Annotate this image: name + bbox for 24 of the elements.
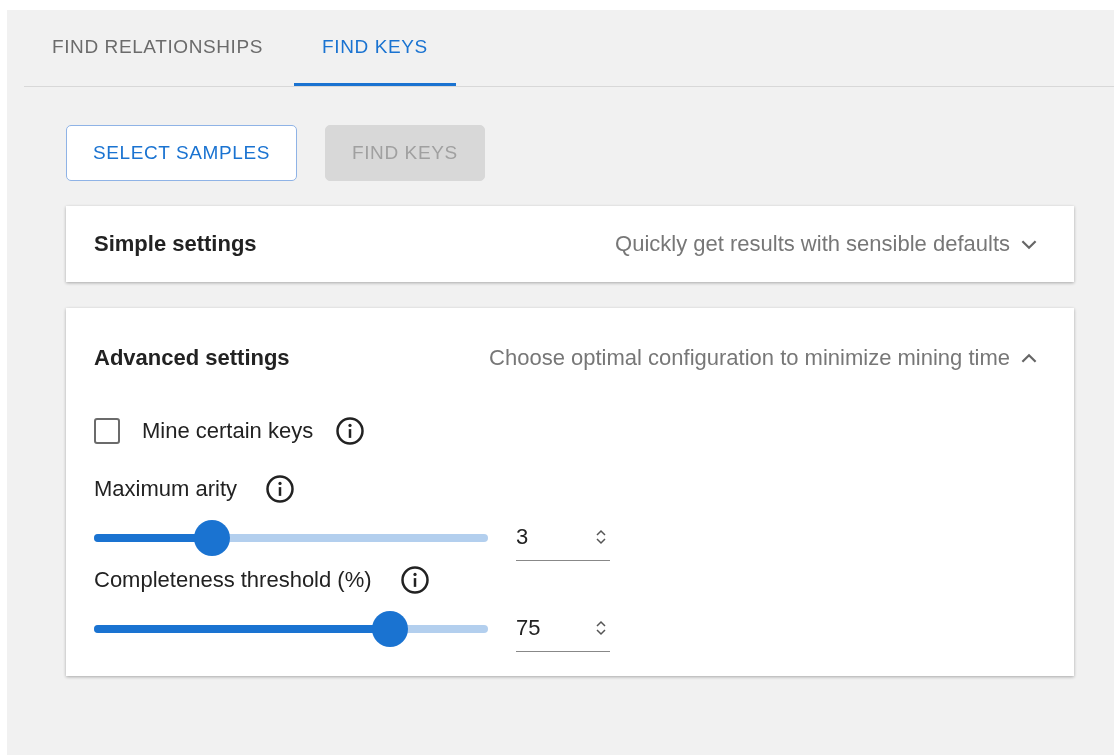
setting-label: Completeness threshold (%) <box>94 567 372 593</box>
tab[interactable]: FIND KEYS <box>294 10 456 86</box>
number-field[interactable]: 3 <box>516 514 610 561</box>
section-subtitle: Quickly get results with sensible defaults <box>615 231 1010 257</box>
chevron-up-icon[interactable] <box>1020 352 1038 364</box>
checkbox[interactable] <box>94 418 120 444</box>
info-icon[interactable] <box>265 474 295 504</box>
section-subtitle: Choose optimal configuration to minimize mining time <box>489 345 1010 371</box>
number-field[interactable]: 75 <box>516 605 610 652</box>
section-title[interactable]: Simple settings <box>94 231 257 257</box>
info-icon[interactable] <box>399 565 430 595</box>
spinner-icon[interactable] <box>594 618 608 638</box>
section-title[interactable]: Advanced settings <box>94 345 290 371</box>
spinner-icon[interactable] <box>594 527 608 547</box>
checkbox-label: Mine certain keys <box>142 418 314 444</box>
setting-label: Maximum arity <box>94 476 237 502</box>
slider-thumb[interactable] <box>194 519 231 556</box>
chevron-down-icon[interactable] <box>1020 238 1038 250</box>
tab[interactable]: FIND RELATIONSHIPS <box>24 10 292 86</box>
info-icon[interactable] <box>335 416 366 446</box>
select-samples-button[interactable]: SELECT SAMPLES <box>66 125 297 181</box>
slider[interactable] <box>94 519 488 556</box>
slider[interactable] <box>94 610 488 647</box>
slider-thumb[interactable] <box>371 610 408 647</box>
